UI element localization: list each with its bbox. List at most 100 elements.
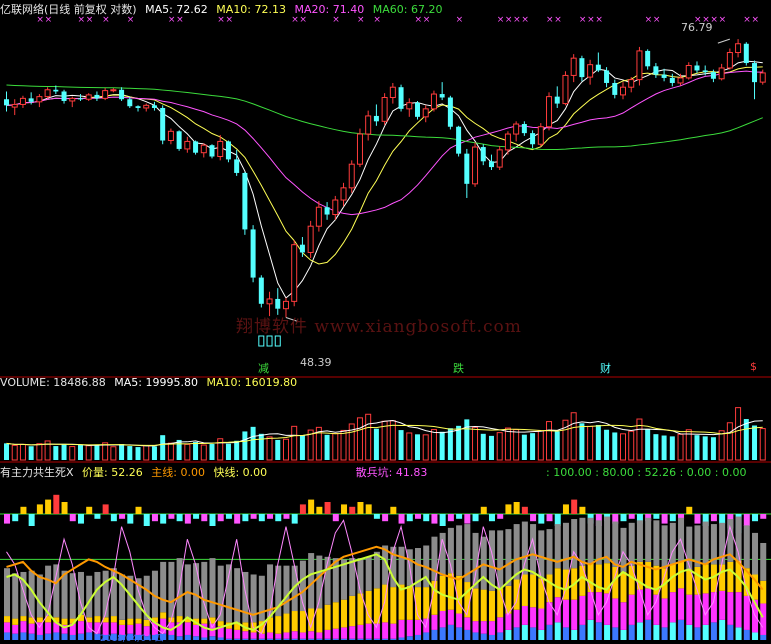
candle-down xyxy=(439,94,445,98)
indicator-stack-segment xyxy=(275,633,282,639)
indicator-stack-segment xyxy=(217,637,224,640)
indicator-stack-segment xyxy=(456,525,463,576)
candle-down xyxy=(447,97,453,127)
volume-bar xyxy=(324,434,330,460)
indicator-stack-segment xyxy=(234,568,241,623)
volume-bar xyxy=(258,433,264,460)
signal-label-2: 跌 xyxy=(453,362,464,375)
indicator-stack-segment xyxy=(628,565,635,595)
candle-up xyxy=(735,43,742,54)
indicator-top-bar xyxy=(250,514,257,519)
indicator-top-bar xyxy=(357,502,364,514)
indicator-stack-segment xyxy=(710,592,717,623)
indicator-stack-segment xyxy=(439,627,446,640)
indicator-stack-segment xyxy=(505,529,512,586)
candle-down xyxy=(415,102,420,117)
indicator-stack-segment xyxy=(20,621,27,633)
indicator-top-bar xyxy=(447,514,454,522)
candle-down xyxy=(694,65,700,71)
indicator-stack-segment xyxy=(538,608,545,630)
indicator-stack-segment xyxy=(686,526,693,570)
candle-up xyxy=(291,244,298,302)
indicator-top-bar xyxy=(546,514,553,522)
volume-bar xyxy=(456,425,462,460)
indicator-top-bar xyxy=(505,504,512,514)
candle-up xyxy=(406,102,413,110)
indicator-stack-segment xyxy=(702,624,709,640)
indicator-stack-segment xyxy=(661,627,668,640)
indicator-top-bar xyxy=(390,506,397,514)
signal-x-mark: × xyxy=(554,15,562,25)
indicator-stack-segment xyxy=(702,521,709,565)
indicator-stack-segment xyxy=(678,619,685,640)
indicator-stack-segment xyxy=(530,627,537,640)
candle-down xyxy=(464,153,470,184)
volume-bar xyxy=(406,432,413,461)
volume-bar xyxy=(645,429,651,460)
indicator-stack-segment xyxy=(513,609,520,628)
volume-bar xyxy=(718,430,725,461)
candle-up xyxy=(307,225,314,253)
candle-up xyxy=(685,64,692,79)
signal-x-mark: × xyxy=(719,15,727,25)
indicator-stack-segment xyxy=(447,609,454,625)
candle-up xyxy=(422,108,429,118)
indicator-top-bar xyxy=(439,514,446,526)
signal-x-mark: × xyxy=(521,15,529,25)
volume-bar xyxy=(595,424,601,460)
indicator-stack-segment xyxy=(61,570,68,619)
indicator-stack-segment xyxy=(686,594,693,625)
candle-up xyxy=(102,90,109,99)
indicator-stack-segment xyxy=(669,592,676,623)
candle-down xyxy=(299,244,305,253)
indicator-stack-segment xyxy=(308,553,315,609)
indicator-top-bar xyxy=(86,506,93,514)
indicator-top-bar xyxy=(20,506,27,514)
indicator-stack-segment xyxy=(316,608,323,633)
volume-bar xyxy=(266,436,273,461)
volume-bar xyxy=(735,407,742,461)
indicator-stack-segment xyxy=(127,618,134,625)
indicator-stack-segment xyxy=(480,621,487,634)
indicator-stack-segment xyxy=(694,627,701,640)
indicator-stack-segment xyxy=(760,580,767,604)
indicator-top-bar xyxy=(521,506,528,514)
indicator-stack-segment xyxy=(36,617,43,623)
indicator-top-bar xyxy=(135,506,142,514)
indicator-top-bar xyxy=(258,514,265,522)
indicator-stack-segment xyxy=(332,628,339,639)
indicator-stack-segment xyxy=(283,565,290,614)
indicator-top-bar xyxy=(538,514,545,524)
indicator-stack-segment xyxy=(86,632,93,640)
candle-up xyxy=(356,133,363,165)
indicator-top-bar xyxy=(143,514,150,526)
indicator-top-bar xyxy=(752,514,759,522)
watermark: 翔博软件 www.xiangbosoft.com xyxy=(236,317,522,337)
volume-bar xyxy=(447,428,453,460)
candle-up xyxy=(217,140,224,158)
indicator-stack-segment xyxy=(4,622,10,633)
volume-bar xyxy=(579,423,585,460)
signal-x-mark: × xyxy=(456,15,464,25)
indicator-stack-segment xyxy=(332,602,339,629)
indicator-stack-segment xyxy=(45,622,52,634)
volume-bar xyxy=(200,444,207,461)
indicator-stack-segment xyxy=(77,633,84,640)
candle-up xyxy=(389,86,396,98)
candle-down xyxy=(702,70,708,73)
candle-down xyxy=(258,277,264,304)
indicator-stack-segment xyxy=(546,624,553,640)
indicator-top-bar xyxy=(341,504,348,514)
candle-up xyxy=(537,126,544,145)
indicator-stack-segment xyxy=(28,633,35,640)
volume-bar xyxy=(356,417,363,461)
indicator-stack-segment xyxy=(521,624,528,640)
candle-down xyxy=(151,105,157,108)
ma5-readout: MA5: 72.62 xyxy=(145,3,208,16)
indicator-stack-segment xyxy=(505,613,512,630)
indicator-stack-segment xyxy=(316,632,323,639)
signal-x-mark: × xyxy=(513,15,521,25)
stock-chart-window: × × × × × × × × × × × × × × × × × × × × × × × × × × × × × × × × × × × 亿联网络… xyxy=(0,0,771,644)
volume-bar xyxy=(677,433,684,461)
indicator-stack-segment xyxy=(94,571,101,617)
